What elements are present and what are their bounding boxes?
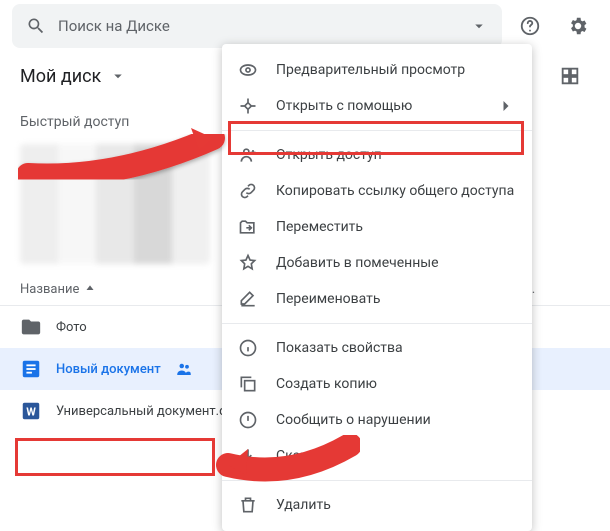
word-icon: W: [20, 400, 42, 422]
svg-text:W: W: [26, 406, 36, 419]
search-input[interactable]: [58, 17, 458, 35]
settings-button[interactable]: [558, 6, 598, 46]
chevron-right-icon: [496, 96, 516, 116]
annotation-box: [15, 438, 215, 476]
doc-icon: [20, 358, 42, 380]
menu-share[interactable]: Открыть доступ: [222, 137, 532, 173]
search-box[interactable]: [12, 4, 502, 48]
sort-up-icon: [83, 283, 97, 297]
grid-view-button[interactable]: [550, 56, 590, 96]
file-name: Фото: [56, 320, 87, 335]
help-button[interactable]: [510, 6, 550, 46]
menu-details[interactable]: Показать свойства: [222, 330, 532, 366]
file-name: Универсальный документ.docx: [56, 404, 247, 419]
menu-get-link[interactable]: Копировать ссылку общего доступа: [222, 173, 532, 209]
menu-preview[interactable]: Предварительный просмотр: [222, 52, 532, 88]
menu-report[interactable]: Сообщить о нарушении: [222, 402, 532, 438]
menu-move[interactable]: Переместить: [222, 209, 532, 245]
menu-open-with[interactable]: Открыть с помощью: [222, 88, 532, 124]
context-menu: Предварительный просмотр Открыть с помощ…: [222, 44, 532, 531]
menu-rename[interactable]: Переименовать: [222, 281, 532, 317]
title-dropdown-icon[interactable]: [109, 67, 127, 85]
menu-remove[interactable]: Удалить: [222, 487, 532, 523]
quick-access-thumb[interactable]: [20, 144, 210, 264]
menu-download[interactable]: Скачать: [222, 438, 532, 474]
folder-icon: [20, 316, 42, 338]
menu-copy[interactable]: Создать копию: [222, 366, 532, 402]
search-icon: [26, 16, 46, 36]
shared-icon: [175, 360, 193, 378]
file-name: Новый документ: [56, 362, 161, 377]
menu-star[interactable]: Добавить в помеченные: [222, 245, 532, 281]
dropdown-icon[interactable]: [470, 17, 488, 35]
page-title: Мой диск: [20, 66, 101, 87]
